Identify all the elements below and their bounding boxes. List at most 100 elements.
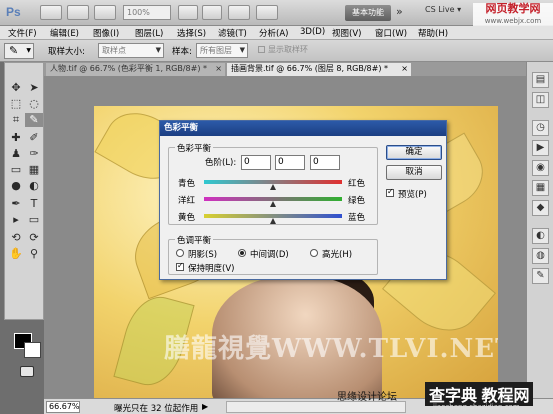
close-icon[interactable]: ×	[215, 63, 222, 75]
type-tool-icon[interactable]: T	[25, 197, 43, 211]
cs-live-button[interactable]: CS Live ▾	[425, 5, 461, 14]
preserve-luminosity-checkbox[interactable]	[176, 261, 184, 271]
panel-paths-icon[interactable]: ✎	[532, 268, 549, 284]
menu-view[interactable]: 视图(V)	[332, 27, 361, 39]
radio-highlights[interactable]	[310, 249, 318, 257]
slider-right-label: 蓝色	[348, 213, 366, 223]
panel-channels-icon[interactable]: ◫	[532, 92, 549, 108]
close-icon[interactable]: ×	[401, 63, 408, 75]
eyedropper-tool-icon[interactable]: ✎	[25, 113, 43, 127]
screen-mode-button[interactable]	[256, 5, 278, 20]
levels-label: 色阶(L):	[205, 158, 237, 168]
zoom-level-select[interactable]: 100%	[123, 5, 171, 20]
sample-label: 样本:	[172, 47, 192, 57]
marquee-tool-icon[interactable]: ⬚	[7, 97, 25, 111]
more-workspaces-icon[interactable]: »	[396, 5, 403, 18]
history-brush-icon[interactable]: ✑	[25, 147, 43, 161]
menu-3d[interactable]: 3D(D)	[300, 27, 325, 37]
zoom-tool-button[interactable]	[202, 5, 222, 20]
document-tabs: 人物.tif @ 66.7% (色彩平衡 1, RGB/8#) * × 插画背景…	[44, 62, 526, 76]
zoom-tool-icon[interactable]: ⚲	[25, 247, 43, 261]
slider-magenta-green[interactable]: 洋红 绿色	[178, 194, 366, 208]
group-title: 色彩平衡	[175, 142, 214, 154]
menu-window[interactable]: 窗口(W)	[375, 27, 407, 39]
site-watermark-bottom: 思缘设计论坛 查字典 教程网 jiaocheng.chazidian.com	[337, 382, 553, 414]
workspace-switcher-button[interactable]: 基本功能	[345, 5, 391, 21]
slider-thumb[interactable]	[270, 218, 276, 224]
radio-midtones[interactable]	[238, 249, 246, 257]
dialog-title[interactable]: 色彩平衡	[160, 121, 446, 136]
hand-tool-icon[interactable]: ✋	[7, 247, 25, 261]
panel-swatches-icon[interactable]: ▦	[532, 180, 549, 196]
menu-help[interactable]: 帮助(H)	[418, 27, 448, 39]
tab-illustration-background[interactable]: 插画背景.tif @ 66.7% (图层 8, RGB/8#) * ×	[227, 63, 411, 76]
3d-rotate-icon[interactable]: ⟲	[7, 231, 25, 245]
sample-size-label: 取样大小:	[48, 47, 85, 57]
arrange-documents-button[interactable]	[228, 5, 250, 20]
menu-bar: 文件(F) 编辑(E) 图像(I) 图层(L) 选择(S) 滤镜(T) 分析(A…	[0, 26, 553, 40]
checkbox-icon	[258, 46, 265, 53]
show-sampling-ring-checkbox[interactable]: 显示取样环	[258, 44, 308, 55]
panel-actions-icon[interactable]: ▶	[532, 140, 549, 156]
radio-shadows[interactable]	[176, 249, 184, 257]
preview-checkbox[interactable]	[386, 187, 394, 197]
show-ring-label: 显示取样环	[268, 45, 308, 54]
menu-analysis[interactable]: 分析(A)	[259, 27, 288, 39]
status-message: 曝光只在 32 位起作用	[114, 404, 199, 414]
panel-masks-icon[interactable]: ◍	[532, 248, 549, 264]
clone-stamp-icon[interactable]: ♟	[7, 147, 25, 161]
eraser-tool-icon[interactable]: ▭	[7, 163, 25, 177]
view-extras-button[interactable]	[94, 5, 116, 20]
color-balance-dialog: 色彩平衡 色彩平衡 色阶(L): 0 0 0 青色 红色 洋红 绿色 黄色 蓝色…	[159, 120, 447, 280]
menu-file[interactable]: 文件(F)	[8, 27, 37, 39]
path-selection-icon[interactable]: ▸	[7, 213, 25, 227]
slider-left-label: 黄色	[178, 213, 196, 223]
bridge-button[interactable]	[40, 5, 62, 20]
ok-button[interactable]: 确定	[386, 145, 442, 160]
panel-adjustments-icon[interactable]: ◐	[532, 228, 549, 244]
sample-size-select[interactable]: 取样点 ▼	[98, 43, 164, 58]
3d-orbit-icon[interactable]: ⟳	[25, 231, 43, 245]
cancel-button[interactable]: 取消	[386, 165, 442, 180]
zoom-field[interactable]: 66.67%	[46, 401, 80, 413]
blur-tool-icon[interactable]: ●	[7, 179, 25, 193]
menu-layer[interactable]: 图层(L)	[135, 27, 163, 39]
background-color-swatch[interactable]	[24, 342, 41, 358]
minibridge-button[interactable]	[67, 5, 89, 20]
panel-dock: ▤ ◫ ◷ ▶ ◉ ▦ ◆ ◐ ◍ ✎	[526, 62, 553, 398]
tool-preset-picker[interactable]: ✎ ▼	[4, 43, 34, 59]
level-cyan-red-input[interactable]: 0	[241, 155, 271, 170]
menu-select[interactable]: 选择(S)	[177, 27, 206, 39]
lasso-tool-icon[interactable]: ◌	[25, 97, 43, 111]
slider-cyan-red[interactable]: 青色 红色	[178, 177, 366, 191]
gradient-tool-icon[interactable]: ▦	[25, 163, 43, 177]
slider-yellow-blue[interactable]: 黄色 蓝色	[178, 211, 366, 225]
level-yellow-blue-input[interactable]: 0	[310, 155, 340, 170]
brush-tool-icon[interactable]: ✐	[25, 131, 43, 145]
menu-image[interactable]: 图像(I)	[93, 27, 119, 39]
quick-mask-icon[interactable]	[20, 366, 34, 377]
healing-brush-icon[interactable]: ✚	[7, 131, 25, 145]
move-tool-icon[interactable]: ✥	[7, 81, 25, 95]
slider-thumb[interactable]	[270, 184, 276, 190]
menu-filter[interactable]: 滤镜(T)	[218, 27, 247, 39]
dodge-tool-icon[interactable]: ◐	[25, 179, 43, 193]
tools-panel: ✥ ➤ ⬚ ◌ ⌗ ✎ ✚ ✐ ♟ ✑ ▭ ▦ ● ◐ ✒ T ▸ ▭ ⟲ ⟳ …	[4, 62, 44, 377]
tab-label: 插画背景.tif @ 66.7% (图层 8, RGB/8#) *	[231, 64, 388, 73]
chevron-down-icon: ▼	[239, 46, 245, 54]
panel-history-icon[interactable]: ◷	[532, 120, 549, 136]
panel-color-icon[interactable]: ◉	[532, 160, 549, 176]
slider-thumb[interactable]	[270, 201, 276, 207]
move-arrow-icon[interactable]: ➤	[25, 81, 43, 95]
shape-tool-icon[interactable]: ▭	[25, 213, 43, 227]
panel-styles-icon[interactable]: ◆	[532, 200, 549, 216]
level-magenta-green-input[interactable]: 0	[275, 155, 305, 170]
tab-person-document[interactable]: 人物.tif @ 66.7% (色彩平衡 1, RGB/8#) * ×	[46, 63, 225, 76]
sample-select[interactable]: 所有图层 ▼	[196, 43, 248, 58]
menu-edit[interactable]: 编辑(E)	[50, 27, 79, 39]
hand-tool-button[interactable]	[178, 5, 198, 20]
status-menu-arrow-icon[interactable]: ▶	[202, 402, 208, 411]
crop-tool-icon[interactable]: ⌗	[7, 113, 25, 127]
panel-layers-icon[interactable]: ▤	[532, 72, 549, 88]
pen-tool-icon[interactable]: ✒	[7, 197, 25, 211]
